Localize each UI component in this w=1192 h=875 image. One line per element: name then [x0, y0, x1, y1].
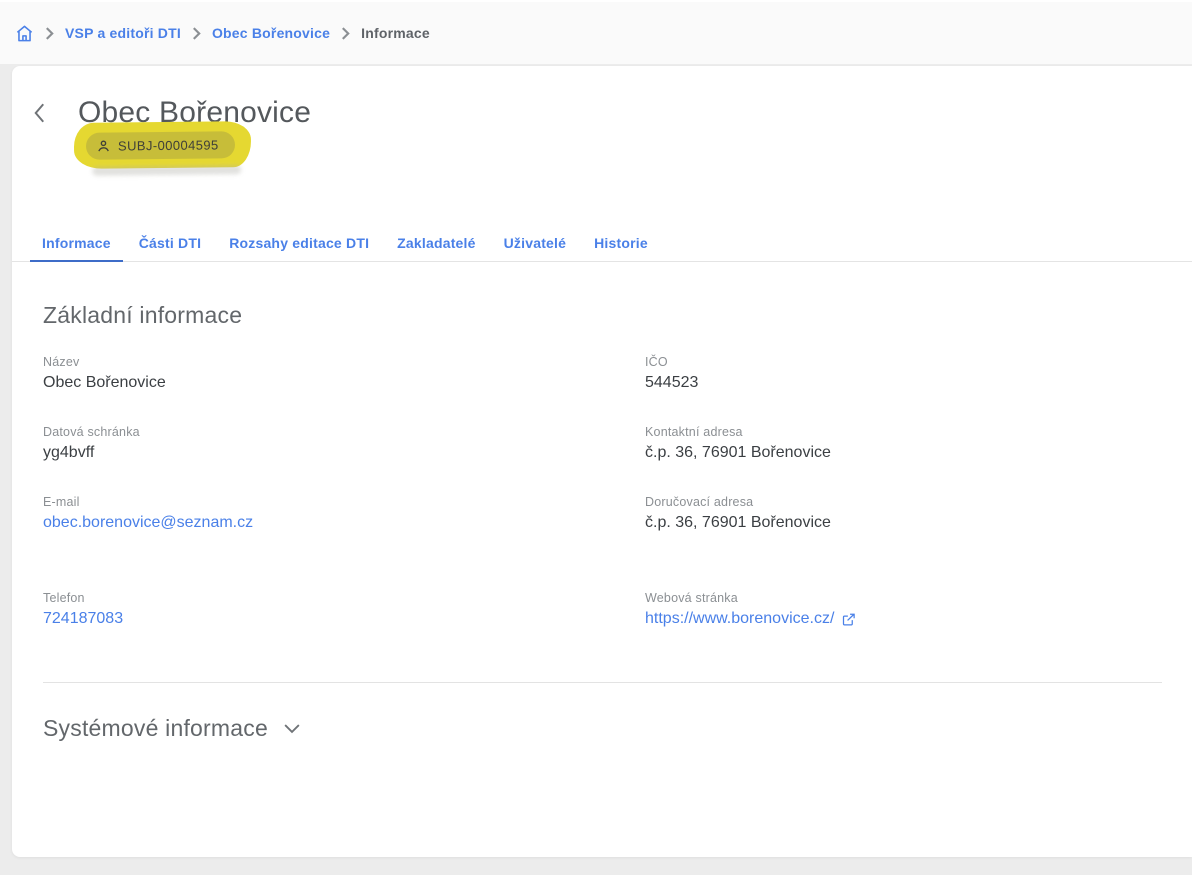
- section-title-system-info: Systémové informace: [43, 715, 268, 741]
- basic-info-fields: Název Obec Bořenovice IČO 544523 Datová …: [43, 355, 1162, 628]
- tab-uzivatele[interactable]: Uživatelé: [492, 224, 579, 261]
- tab-rozsahy-editace-dti[interactable]: Rozsahy editace DTI: [217, 224, 381, 261]
- field-datova-schranka: Datová schránka yg4bvff: [43, 425, 645, 462]
- home-icon[interactable]: [15, 24, 34, 43]
- field-label: Doručovací adresa: [645, 495, 754, 509]
- field-label: Webová stránka: [645, 591, 738, 605]
- system-info-toggle[interactable]: Systémové informace: [43, 715, 300, 742]
- field-label: E-mail: [43, 495, 80, 509]
- chevron-right-icon: [192, 26, 201, 40]
- field-value: yg4bvff: [43, 444, 95, 461]
- email-link[interactable]: obec.borenovice@seznam.cz: [43, 514, 253, 532]
- yellow-highlight-annotation: SUBJ-00004595: [73, 121, 251, 169]
- field-value: Obec Bořenovice: [43, 374, 166, 391]
- tab-content: Základní informace Název Obec Bořenovice…: [12, 262, 1192, 742]
- field-label: IČO: [645, 355, 668, 369]
- field-label: Telefon: [43, 591, 85, 605]
- tab-bar: Informace Části DTI Rozsahy editace DTI …: [12, 224, 1192, 262]
- back-button[interactable]: [24, 98, 54, 128]
- chevron-right-icon: [341, 26, 350, 40]
- field-email: E-mail obec.borenovice@seznam.cz: [43, 495, 645, 532]
- subject-id-badge: SUBJ-00004595: [85, 131, 235, 160]
- field-kontaktni-adresa: Kontaktní adresa č.p. 36, 76901 Bořenovi…: [645, 425, 1162, 462]
- tab-zakladatele[interactable]: Zakladatelé: [385, 224, 487, 261]
- field-value: č.p. 36, 76901 Bořenovice: [645, 514, 831, 531]
- subject-id: SUBJ-00004595: [117, 137, 219, 154]
- field-ico: IČO 544523: [645, 355, 1162, 392]
- breadcrumb-link-subject[interactable]: Obec Bořenovice: [212, 25, 330, 41]
- field-label: Kontaktní adresa: [645, 425, 743, 439]
- section-title-basic-info: Základní informace: [43, 302, 243, 328]
- person-icon: [96, 139, 111, 154]
- field-nazev: Název Obec Bořenovice: [43, 355, 645, 392]
- chevron-right-icon: [45, 26, 54, 40]
- tab-historie[interactable]: Historie: [582, 224, 660, 261]
- field-label: Název: [43, 355, 80, 369]
- breadcrumb-link-vsp[interactable]: VSP a editoři DTI: [65, 25, 181, 41]
- field-dorucovaci-adresa: Doručovací adresa č.p. 36, 76901 Bořenov…: [645, 495, 1162, 532]
- field-value: č.p. 36, 76901 Bořenovice: [645, 444, 831, 461]
- card-header: Obec Bořenovice SUBJ-00004595: [12, 66, 1192, 182]
- tab-casti-dti[interactable]: Části DTI: [127, 224, 213, 261]
- breadcrumb: VSP a editoři DTI Obec Bořenovice Inform…: [0, 0, 1192, 64]
- website-link[interactable]: https://www.borenovice.cz/: [645, 610, 856, 628]
- breadcrumb-current: Informace: [361, 25, 430, 41]
- field-label: Datová schránka: [43, 425, 140, 439]
- external-link-icon: [841, 612, 856, 627]
- subject-detail-card: Obec Bořenovice SUBJ-00004595 Informace …: [12, 66, 1192, 857]
- field-webova-stranka: Webová stránka https://www.borenovice.cz…: [645, 591, 1162, 628]
- field-telefon: Telefon 724187083: [43, 591, 645, 628]
- chevron-down-icon: [284, 723, 300, 734]
- phone-link[interactable]: 724187083: [43, 610, 123, 628]
- field-value: 544523: [645, 374, 699, 391]
- section-divider: [43, 682, 1162, 683]
- tab-informace[interactable]: Informace: [30, 224, 123, 262]
